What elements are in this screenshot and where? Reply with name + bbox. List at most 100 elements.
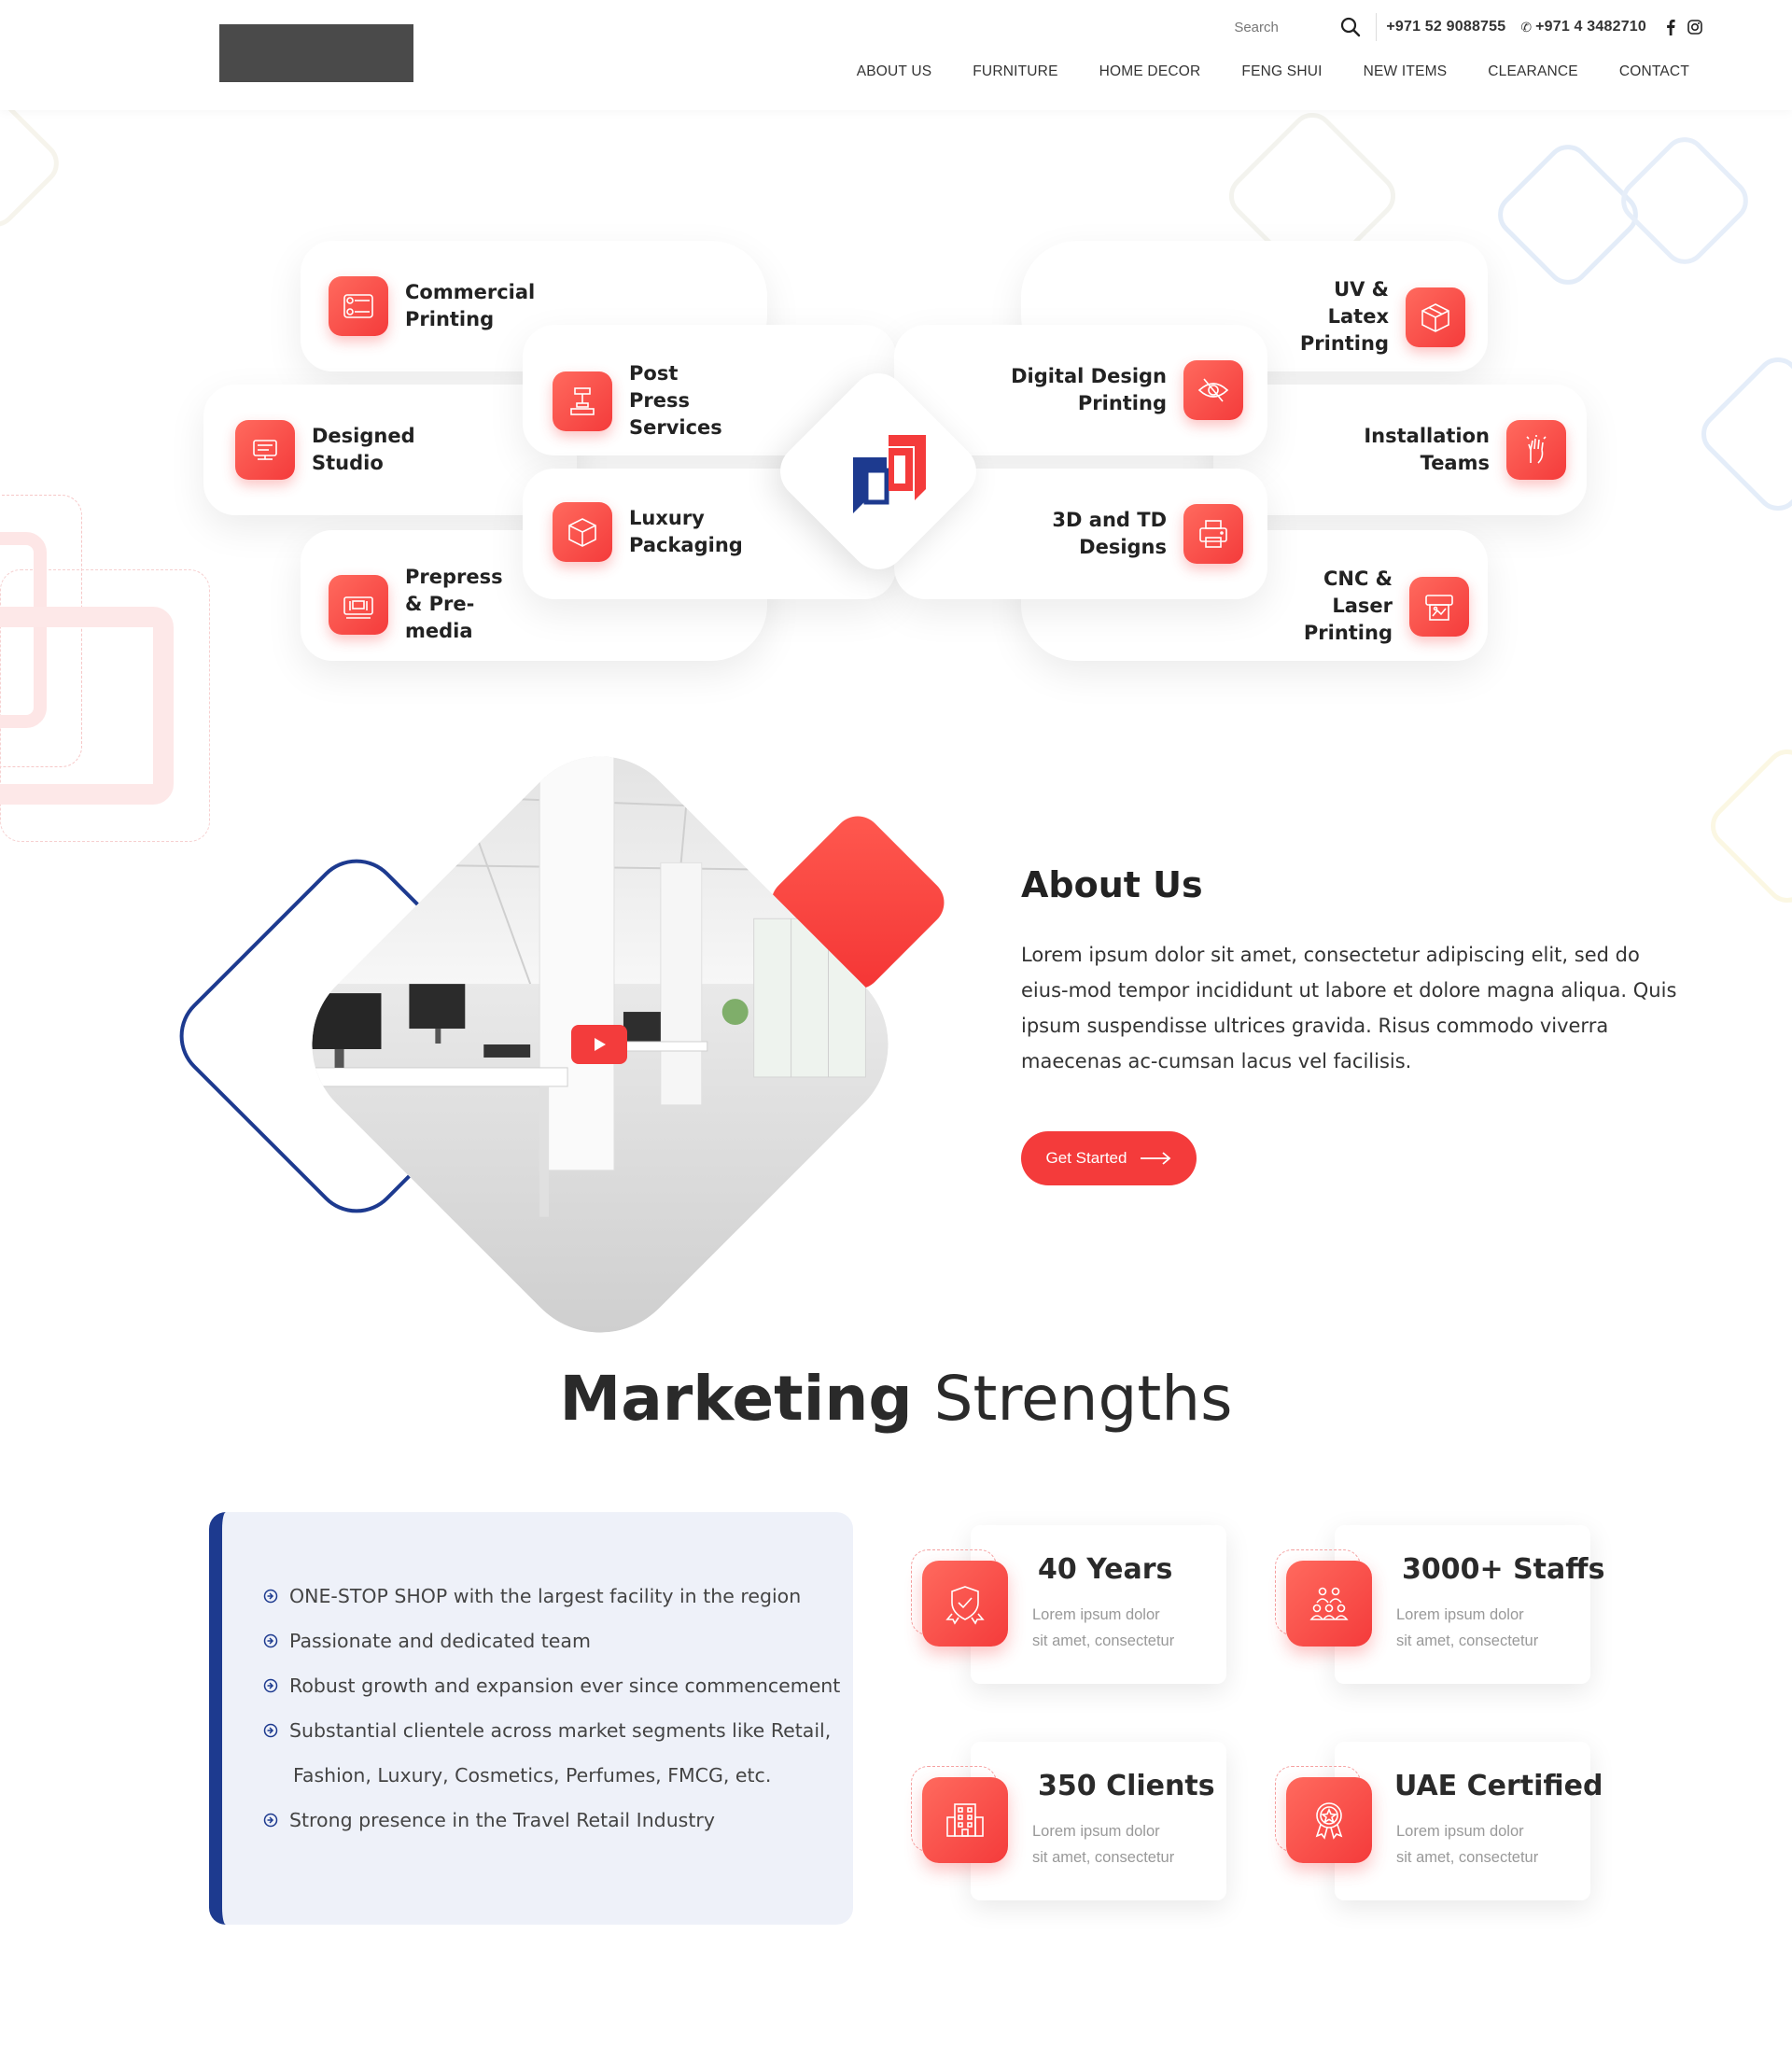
service-label: Post Press Services	[629, 362, 722, 439]
service-label: Prepress & Pre-media	[405, 566, 503, 642]
eye-target-icon	[1183, 360, 1243, 420]
service-cnc-laser[interactable]: CNC & Laser Printing	[1266, 566, 1469, 647]
decor-diamond	[0, 91, 68, 236]
service-label: Luxury Packaging	[629, 507, 743, 556]
service-designed-studio[interactable]: Designed Studio	[235, 420, 424, 480]
list-item-continuation: Fashion, Luxury, Cosmetics, Perfumes, FM…	[263, 1753, 840, 1798]
get-started-button[interactable]: Get Started	[1021, 1131, 1197, 1185]
list-item: Passionate and dedicated team	[263, 1619, 840, 1663]
marketing-title: Marketing Strengths	[0, 1363, 1792, 1435]
printer-icon	[1183, 504, 1243, 564]
service-label: CNC & Laser Printing	[1303, 568, 1393, 644]
list-item: Substantial clientele across market segm…	[263, 1708, 840, 1753]
box-icon	[553, 502, 612, 562]
strengths-list: ONE-STOP SHOP with the largest facility …	[263, 1574, 840, 1843]
nav-clearance[interactable]: CLEARANCE	[1488, 63, 1578, 80]
shield-badge-icon	[922, 1561, 1008, 1647]
stat-title: 350 Clients	[1038, 1770, 1215, 1802]
search-input[interactable]: Search	[1234, 20, 1337, 35]
mobile-phone[interactable]: +971 52 9088755	[1386, 19, 1505, 35]
phone-icon: ✆	[1520, 19, 1533, 35]
list-item-text: Robust growth and expansion ever since c…	[289, 1675, 841, 1697]
marketing-title-light: Strengths	[933, 1363, 1233, 1435]
nav-furniture[interactable]: FURNITURE	[973, 63, 1057, 80]
service-3d-td-designs[interactable]: 3D and TD Designs	[1045, 504, 1243, 564]
service-label: Commercial Printing	[405, 281, 536, 330]
stat-card-years: 40 Years Lorem ipsum dolor sit amet, cons…	[971, 1525, 1226, 1684]
instagram-icon[interactable]	[1686, 18, 1704, 36]
list-item: Robust growth and expansion ever since c…	[263, 1663, 840, 1708]
stat-desc-line: Lorem ipsum dolor	[1396, 1606, 1524, 1623]
decor-pink-box	[0, 607, 174, 805]
service-prepress[interactable]: Prepress & Pre-media	[329, 564, 517, 645]
list-item: ONE-STOP SHOP with the largest facility …	[263, 1574, 840, 1619]
service-label: Digital Design Printing	[1011, 365, 1167, 414]
arrow-right-icon	[1141, 1152, 1171, 1165]
about-title: About Us	[1021, 864, 1203, 905]
prepress-machine-icon	[329, 574, 388, 635]
top-divider	[1376, 13, 1378, 41]
circle-arrow-icon	[263, 1708, 289, 1753]
decor-diamond	[1489, 135, 1647, 294]
nav-about-us[interactable]: ABOUT US	[857, 63, 932, 80]
building-icon	[922, 1777, 1008, 1863]
circle-arrow-icon	[263, 1574, 289, 1619]
about-description: Lorem ipsum dolor sit amet, consectetur …	[1021, 944, 1677, 1072]
list-item-text: Substantial clientele across market segm…	[289, 1719, 832, 1742]
decor-diamond	[1701, 740, 1792, 912]
main-nav: ABOUT US FURNITURE HOME DECOR FENG SHUI …	[816, 63, 1689, 80]
service-uv-latex[interactable]: UV & Latex Printing	[1271, 276, 1465, 357]
stat-title: UAE Certified	[1394, 1770, 1603, 1802]
stat-description: Lorem ipsum dolor sit amet, consectetur	[1032, 1602, 1219, 1654]
press-icon	[553, 371, 612, 431]
design-studio-icon	[235, 420, 295, 480]
nav-new-items[interactable]: NEW ITEMS	[1364, 63, 1448, 80]
stat-desc-line: Lorem ipsum dolor	[1032, 1606, 1160, 1623]
service-installation-teams[interactable]: Installation Teams	[1363, 420, 1566, 480]
nav-feng-shui[interactable]: FENG SHUI	[1241, 63, 1322, 80]
strengths-list-panel: ONE-STOP SHOP with the largest facility …	[209, 1512, 853, 1925]
stat-card-clients: 350 Clients Lorem ipsum dolor sit amet, c…	[971, 1742, 1226, 1900]
play-video-button[interactable]	[571, 1025, 627, 1064]
decor-diamond	[1612, 128, 1757, 273]
service-label: 3D and TD Designs	[1052, 509, 1167, 558]
circle-arrow-icon	[263, 1663, 289, 1708]
site-header: Search +971 52 9088755 ✆ +971 4 3482710 …	[0, 0, 1792, 110]
stat-desc-line: Lorem ipsum dolor	[1032, 1823, 1160, 1840]
list-item-text: Strong presence in the Travel Retail Ind…	[289, 1809, 715, 1831]
service-post-press[interactable]: Post Press Services	[553, 360, 741, 441]
marketing-title-bold: Marketing	[559, 1363, 913, 1435]
circle-arrow-icon	[263, 1798, 289, 1843]
nav-contact[interactable]: CONTACT	[1619, 63, 1689, 80]
service-label: UV & Latex Printing	[1299, 278, 1389, 355]
service-label: Installation Teams	[1364, 425, 1490, 474]
award-medal-icon	[1286, 1777, 1372, 1863]
service-digital-design[interactable]: Digital Design Printing	[1008, 360, 1243, 420]
stat-description: Lorem ipsum dolor sit amet, consectetur	[1032, 1818, 1219, 1871]
site-logo[interactable]	[219, 24, 413, 82]
landline-phone[interactable]: +971 4 3482710	[1535, 19, 1646, 35]
stat-desc-line: sit amet, consectetur	[1396, 1633, 1539, 1649]
stat-title: 3000+ Staffs	[1402, 1553, 1605, 1586]
list-item-text: Fashion, Luxury, Cosmetics, Perfumes, FM…	[293, 1764, 772, 1787]
service-luxury-packaging[interactable]: Luxury Packaging	[553, 502, 750, 562]
search-icon[interactable]	[1337, 13, 1365, 41]
stat-card-certified: UAE Certified Lorem ipsum dolor sit amet,…	[1335, 1742, 1603, 1900]
stat-title: 40 Years	[1038, 1553, 1173, 1586]
circle-arrow-icon	[263, 1619, 289, 1663]
stat-description: Lorem ipsum dolor sit amet, consectetur	[1396, 1602, 1583, 1654]
stat-description: Lorem ipsum dolor sit amet, consectetur	[1396, 1818, 1583, 1871]
play-icon	[595, 1038, 606, 1051]
stat-desc-line: sit amet, consectetur	[1032, 1633, 1175, 1649]
top-bar: Search +971 52 9088755 ✆ +971 4 3482710	[1234, 13, 1704, 41]
laser-printer-icon	[1409, 576, 1469, 637]
list-item: Strong presence in the Travel Retail Ind…	[263, 1798, 840, 1843]
printer-rolls-icon	[329, 276, 388, 336]
nav-home-decor[interactable]: HOME DECOR	[1099, 63, 1201, 80]
team-icon	[1286, 1561, 1372, 1647]
stat-desc-line: Lorem ipsum dolor	[1396, 1823, 1524, 1840]
facebook-icon[interactable]	[1661, 18, 1680, 36]
service-commercial-printing[interactable]: Commercial Printing	[329, 276, 545, 336]
service-label: Designed Studio	[312, 425, 415, 474]
stat-desc-line: sit amet, consectetur	[1396, 1849, 1539, 1866]
